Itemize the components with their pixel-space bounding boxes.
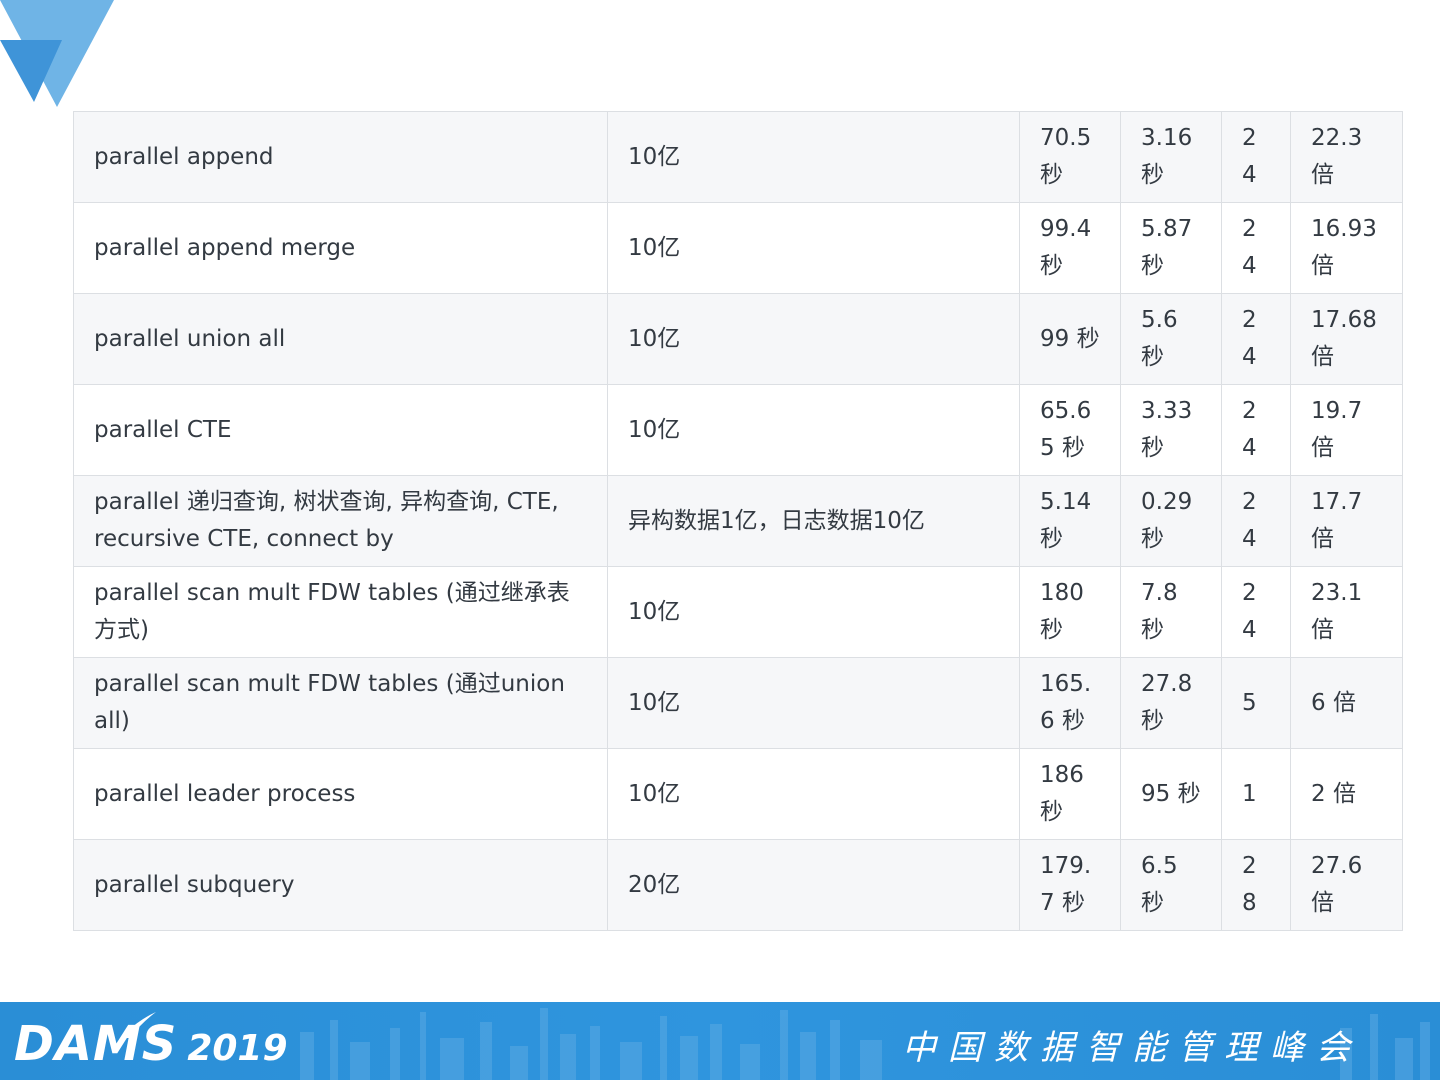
summit-title: 中国数据智能管理峰会 [902, 1028, 1362, 1068]
parallel-time-cell: 27.8 秒 [1120, 657, 1222, 749]
speedup-cell: 16.93 倍 [1290, 202, 1403, 294]
serial-time-cell: 180 秒 [1019, 566, 1121, 658]
worker-count-cell: 24 [1221, 384, 1291, 476]
worker-count-cell: 24 [1221, 202, 1291, 294]
feature-cell: parallel append [73, 111, 608, 203]
feature-cell: parallel 递归查询, 树状查询, 异构查询, CTE, recursiv… [73, 475, 608, 567]
serial-time-cell: 179.7 秒 [1019, 839, 1121, 931]
speedup-cell: 27.6 倍 [1290, 839, 1403, 931]
brand-year: 2019 [187, 1028, 288, 1069]
benchmark-table-body: parallel append 10亿 70.5 秒 3.16 秒 24 22.3 倍 pa… [73, 111, 1403, 931]
data-volume-cell: 10亿 [607, 384, 1020, 476]
speedup-cell: 19.7 倍 [1290, 384, 1403, 476]
data-volume-cell: 异构数据1亿，日志数据10亿 [607, 475, 1020, 567]
data-volume-cell: 20亿 [607, 839, 1020, 931]
data-volume-cell: 10亿 [607, 566, 1020, 658]
parallel-time-cell: 5.87 秒 [1120, 202, 1222, 294]
feature-cell: parallel CTE [73, 384, 608, 476]
data-volume-cell: 10亿 [607, 111, 1020, 203]
serial-time-cell: 99.4 秒 [1019, 202, 1121, 294]
table-row: parallel leader process 10亿 186 秒 95 秒12 倍 [73, 748, 1403, 840]
worker-count-cell: 28 [1221, 839, 1291, 931]
benchmark-table-container: parallel append 10亿 70.5 秒 3.16 秒 24 22.3 倍 pa… [73, 111, 1403, 931]
worker-count-cell: 24 [1221, 566, 1291, 658]
serial-time-cell: 165.6 秒 [1019, 657, 1121, 749]
feature-cell: parallel scan mult FDW tables (通过继承表方式) [73, 566, 608, 658]
table-row: parallel append merge 10亿 99.4 秒 5.87 秒 24 16… [73, 202, 1403, 294]
parallel-time-cell: 6.5 秒 [1120, 839, 1222, 931]
parallel-time-cell: 3.16 秒 [1120, 111, 1222, 203]
serial-time-cell: 5.14 秒 [1019, 475, 1121, 567]
serial-time-cell: 186 秒 [1019, 748, 1121, 840]
speedup-cell: 17.68 倍 [1290, 293, 1403, 385]
data-volume-cell: 10亿 [607, 293, 1020, 385]
parallel-time-cell: 95 秒 [1120, 748, 1222, 840]
feature-cell: parallel scan mult FDW tables (通过union a… [73, 657, 608, 749]
feature-cell: parallel subquery [73, 839, 608, 931]
speedup-cell: 6 倍 [1290, 657, 1403, 749]
serial-time-cell: 70.5 秒 [1019, 111, 1121, 203]
table-row: parallel CTE 10亿 65.65 秒 3.33 秒 24 19.7 倍 [73, 384, 1403, 476]
feature-cell: parallel union all [73, 293, 608, 385]
table-row: parallel subquery 20亿 179.7 秒 6.5 秒 28 27.6 倍 [73, 839, 1403, 931]
table-row: parallel append 10亿 70.5 秒 3.16 秒 24 22.3 倍 [73, 111, 1403, 203]
table-row: parallel union all 10亿 99 秒 5.6 秒 24 17.68 倍 [73, 293, 1403, 385]
feature-cell: parallel append merge [73, 202, 608, 294]
worker-count-cell: 24 [1221, 475, 1291, 567]
worker-count-cell: 24 [1221, 111, 1291, 203]
parallel-time-cell: 7.8 秒 [1120, 566, 1222, 658]
footer-banner: DAMS 2019 中国数据智能管理峰会 [0, 1002, 1440, 1080]
speedup-cell: 23.1 倍 [1290, 566, 1403, 658]
corner-triangle-logo-icon [0, 0, 114, 107]
worker-count-cell: 5 [1221, 657, 1291, 749]
speedup-cell: 22.3 倍 [1290, 111, 1403, 203]
data-volume-cell: 10亿 [607, 202, 1020, 294]
benchmark-table: parallel append 10亿 70.5 秒 3.16 秒 24 22.3 倍 pa… [73, 111, 1403, 931]
serial-time-cell: 65.65 秒 [1019, 384, 1121, 476]
spark-swoosh-icon [120, 1012, 156, 1038]
table-row: parallel scan mult FDW tables (通过union a… [73, 657, 1403, 749]
parallel-time-cell: 5.6 秒 [1120, 293, 1222, 385]
table-row: parallel scan mult FDW tables (通过继承表方式) 1… [73, 566, 1403, 658]
speedup-cell: 2 倍 [1290, 748, 1403, 840]
table-row: parallel 递归查询, 树状查询, 异构查询, CTE, recursiv… [73, 475, 1403, 567]
parallel-time-cell: 0.29 秒 [1120, 475, 1222, 567]
speedup-cell: 17.7 倍 [1290, 475, 1403, 567]
data-volume-cell: 10亿 [607, 657, 1020, 749]
data-volume-cell: 10亿 [607, 748, 1020, 840]
feature-cell: parallel leader process [73, 748, 608, 840]
worker-count-cell: 1 [1221, 748, 1291, 840]
parallel-time-cell: 3.33 秒 [1120, 384, 1222, 476]
serial-time-cell: 99 秒 [1019, 293, 1121, 385]
worker-count-cell: 24 [1221, 293, 1291, 385]
